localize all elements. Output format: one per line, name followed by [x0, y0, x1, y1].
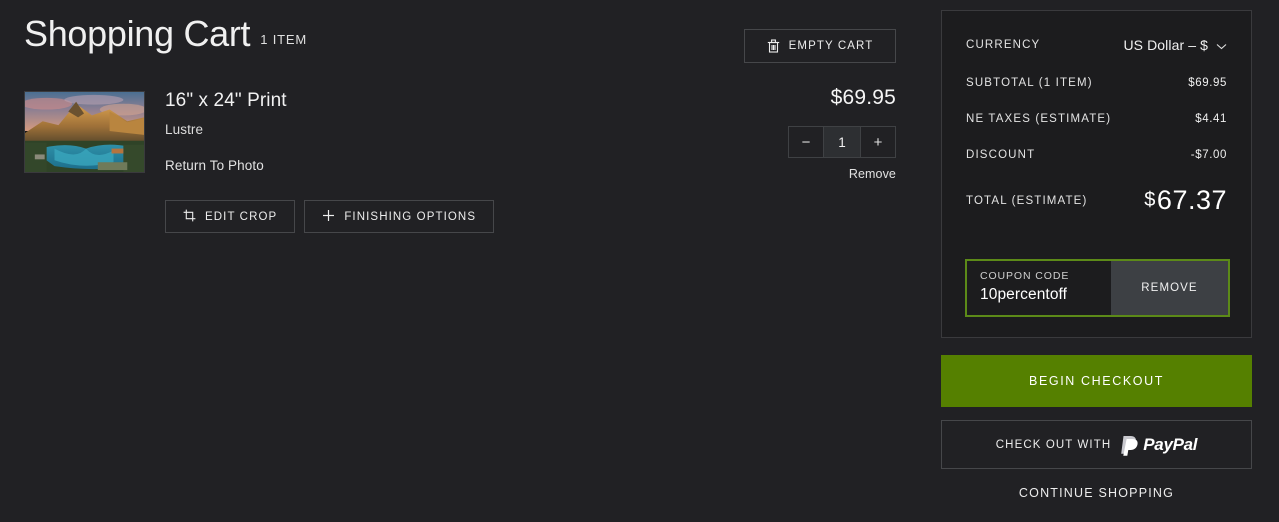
- cart-header: Shopping Cart 1 ITEM: [24, 14, 307, 54]
- plus-icon: [322, 209, 335, 225]
- product-title: 16" x 24" Print: [165, 90, 287, 111]
- edit-crop-label: EDIT CROP: [205, 210, 278, 223]
- product-info: 16" x 24" Print Lustre Return To Photo: [165, 90, 287, 173]
- empty-cart-button[interactable]: EMPTY CART: [744, 29, 896, 63]
- begin-checkout-button[interactable]: BEGIN CHECKOUT: [941, 355, 1252, 407]
- paypal-mark-icon: [1121, 435, 1138, 456]
- total-value: $67.37: [1144, 185, 1227, 216]
- paypal-checkout-button[interactable]: CHECK OUT WITH PayPal: [941, 420, 1252, 469]
- finishing-options-button[interactable]: FINISHING OPTIONS: [304, 200, 495, 233]
- trash-icon: [767, 39, 780, 53]
- cart-main-column: Shopping Cart 1 ITEM EMPTY CART 16" x 24…: [0, 0, 920, 522]
- total-label: TOTAL (ESTIMATE): [966, 194, 1088, 207]
- chevron-down-icon: [1216, 37, 1227, 53]
- total-amount: 67.37: [1156, 185, 1227, 215]
- taxes-row: NE TAXES (ESTIMATE) $4.41: [966, 113, 1227, 125]
- currency-value: US Dollar – $: [1123, 37, 1208, 53]
- continue-shopping-link[interactable]: CONTINUE SHOPPING: [941, 486, 1252, 500]
- discount-value: -$7.00: [1190, 149, 1227, 161]
- quantity-increase-button[interactable]: +: [860, 127, 895, 157]
- total-currency-symbol: $: [1144, 189, 1156, 211]
- paypal-wordmark: PayPal: [1143, 434, 1198, 454]
- currency-label: CURRENCY: [966, 39, 1041, 51]
- discount-row: DISCOUNT -$7.00: [966, 149, 1227, 161]
- return-to-photo-link[interactable]: Return To Photo: [165, 158, 287, 173]
- coupon-input[interactable]: COUPON CODE 10percentoff: [967, 261, 1111, 315]
- empty-cart-label: EMPTY CART: [788, 40, 874, 52]
- coupon-remove-button[interactable]: REMOVE: [1111, 261, 1228, 315]
- product-price-column: $69.95 − 1 + Remove: [690, 86, 896, 181]
- discount-label: DISCOUNT: [966, 149, 1036, 161]
- product-thumbnail[interactable]: [24, 91, 145, 173]
- coupon-value: 10percentoff: [980, 286, 1068, 303]
- crop-icon: [183, 209, 196, 225]
- coupon-code-box: COUPON CODE 10percentoff REMOVE: [965, 259, 1230, 317]
- total-row: TOTAL (ESTIMATE) $67.37: [966, 185, 1227, 216]
- coupon-label: COUPON CODE: [980, 270, 1070, 282]
- product-action-buttons: EDIT CROP FINISHING OPTIONS: [165, 200, 495, 233]
- quantity-decrease-button[interactable]: −: [789, 127, 824, 157]
- item-count-label: 1 ITEM: [260, 32, 307, 47]
- shopping-cart-page: Shopping Cart 1 ITEM EMPTY CART 16" x 24…: [0, 0, 1279, 522]
- paypal-prefix-label: CHECK OUT WITH: [995, 438, 1112, 451]
- taxes-value: $4.41: [1195, 113, 1227, 125]
- quantity-stepper: − 1 +: [788, 126, 896, 158]
- product-finish: Lustre: [165, 122, 204, 137]
- currency-select[interactable]: US Dollar – $: [1123, 37, 1227, 53]
- edit-crop-button[interactable]: EDIT CROP: [165, 200, 296, 233]
- finishing-options-label: FINISHING OPTIONS: [344, 210, 477, 223]
- remove-item-link[interactable]: Remove: [690, 167, 896, 181]
- quantity-input[interactable]: 1: [824, 127, 860, 157]
- currency-row: CURRENCY US Dollar – $: [966, 37, 1227, 53]
- page-title: Shopping Cart: [24, 13, 251, 54]
- subtotal-row: SUBTOTAL (1 ITEM) $69.95: [966, 77, 1227, 89]
- paypal-logo: PayPal: [1120, 434, 1198, 456]
- taxes-label: NE TAXES (ESTIMATE): [966, 113, 1112, 125]
- product-price: $69.95: [830, 86, 896, 109]
- subtotal-label: SUBTOTAL (1 ITEM): [966, 77, 1093, 89]
- subtotal-value: $69.95: [1188, 77, 1227, 89]
- order-summary-panel: CURRENCY US Dollar – $ SUBTOTAL (1 ITEM)…: [941, 10, 1252, 338]
